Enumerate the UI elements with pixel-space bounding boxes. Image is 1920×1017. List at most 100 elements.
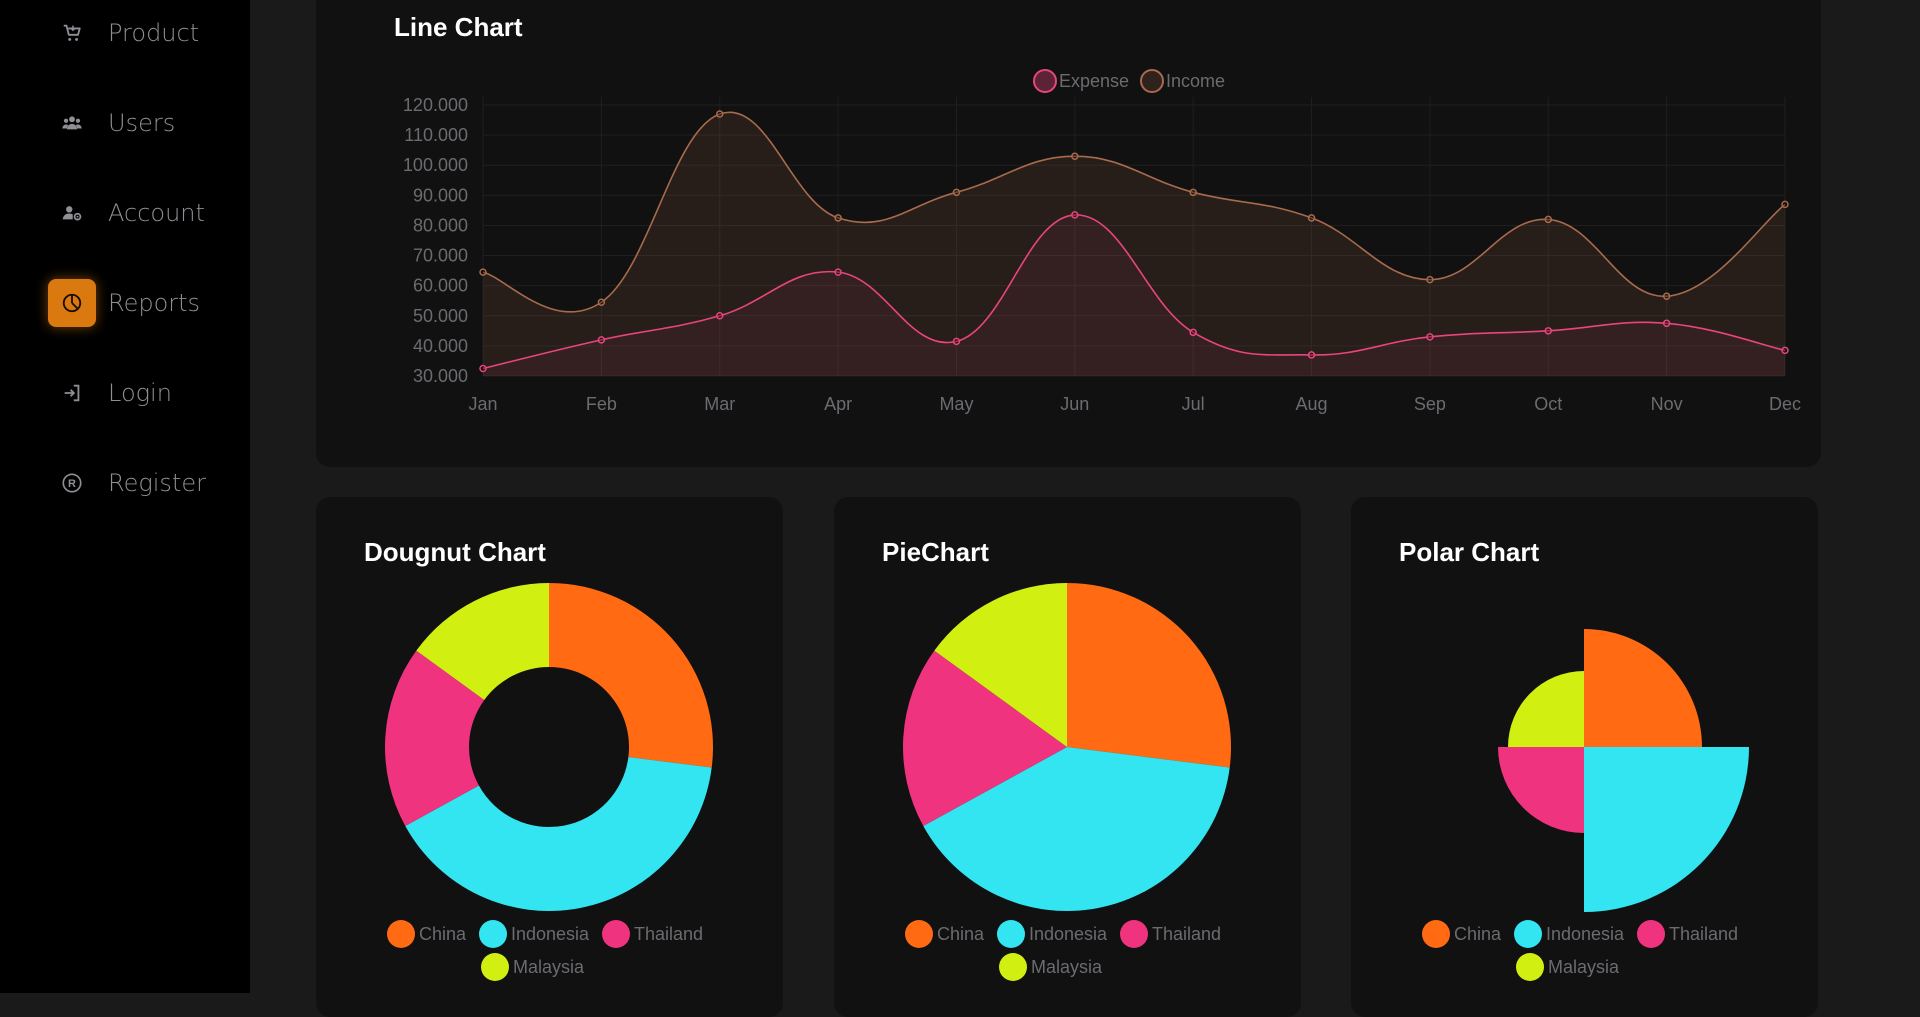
y-tick-label: 70.000 [413,246,468,266]
legend-swatch [602,920,630,948]
polar-slice-china [1584,629,1702,747]
x-tick-label: Jan [468,394,497,414]
data-point [1544,215,1553,224]
user-gear-icon [48,189,96,237]
sidebar-item-label: Users [108,109,176,137]
y-tick-label: 50.000 [413,306,468,326]
legend-swatch [479,920,507,948]
legend-swatch [1637,920,1665,948]
sidebar: Product Users Account Reports Login R Re… [0,0,250,993]
y-tick-label: 120.000 [403,95,468,115]
legend-swatch [999,953,1027,981]
sidebar-item-label: Product [108,19,200,47]
legend-swatch [1033,69,1057,93]
sidebar-item-label: Login [108,379,172,407]
x-tick-label: Jun [1060,394,1089,414]
data-point [479,364,487,373]
data-point [1307,214,1316,222]
x-tick-label: Apr [824,394,852,414]
data-point [1071,211,1079,219]
data-point [1426,333,1434,341]
legend-label: Malaysia [513,957,585,977]
data-point [1781,346,1789,355]
polar-chart-card: Polar Chart China Indonesia Thailand Malays… [1351,497,1818,1017]
sidebar-item-users[interactable]: Users [48,98,238,148]
data-point [1662,319,1671,328]
data-point [597,336,606,344]
data-point [715,312,724,320]
slice-china [549,583,713,768]
line-chart-card: Line Chart 30.000 40.000 50.000 60.000 70.00… [316,0,1821,467]
data-point [1189,188,1197,197]
users-icon [48,99,96,147]
legend-label: Indonesia [1029,924,1108,944]
y-tick-label: 100.000 [403,155,468,175]
sidebar-item-product[interactable]: Product [48,8,238,58]
sidebar-item-label: Account [108,199,205,227]
legend-swatch [1516,953,1544,981]
polar-chart: China Indonesia Thailand Malaysia [1422,629,1749,981]
data-point [1307,351,1316,359]
y-tick-label: 90.000 [413,185,468,205]
legend-swatch [1140,69,1164,93]
data-point [715,110,724,118]
legend-label: Malaysia [1548,957,1620,977]
legend-swatch [905,920,933,948]
y-tick-label: 80.000 [413,215,468,235]
y-tick-label: 110.000 [404,125,468,145]
legend-label: China [1454,924,1502,944]
sidebar-item-register[interactable]: R Register [48,458,238,508]
legend-swatch [1514,920,1542,948]
legend-label: Thailand [1669,924,1738,944]
data-point [1781,200,1789,209]
pie-chart-card: PieChart China Indonesia Thailand Malaysia [834,497,1301,1017]
login-icon [48,369,96,417]
x-tick-label: Feb [586,394,617,414]
legend-label: Indonesia [1546,924,1625,944]
cart-icon [48,9,96,57]
data-point [597,298,606,306]
data-point [952,337,961,346]
slice-china [1067,583,1231,768]
x-tick-label: Mar [704,394,735,414]
sidebar-item-login[interactable]: Login [48,368,238,418]
svg-text:R: R [68,478,76,490]
data-point [1544,327,1553,335]
data-point [1662,292,1671,300]
data-point [952,188,961,197]
polar-slice-malaysia [1508,671,1584,747]
x-tick-label: Nov [1651,394,1683,414]
legend-swatch [1120,920,1148,948]
y-tick-label: 60.000 [413,276,468,296]
legend-label: Indonesia [511,924,590,944]
legend-label: China [419,924,467,944]
x-tick-label: Oct [1534,394,1562,414]
data-point [479,268,487,276]
sidebar-item-label: Register [108,469,206,497]
x-tick-label: Dec [1769,394,1801,414]
legend-swatch [387,920,415,948]
legend-swatch [1422,920,1450,948]
data-point [834,214,842,222]
pie-chart: China Indonesia Thailand Malaysia [903,583,1231,981]
doughnut-chart-card: Dougnut Chart China Indonesia Thailand Mala… [316,497,783,1017]
line-chart: 30.000 40.000 50.000 60.000 70.000 80.000 90.0… [403,69,1801,414]
x-tick-label: May [939,394,973,414]
sidebar-item-account[interactable]: Account [48,188,238,238]
legend-label: Expense [1059,71,1129,91]
legend-label: Thailand [634,924,703,944]
x-tick-label: Aug [1296,394,1328,414]
legend-swatch [481,953,509,981]
polar-slice-thailand [1498,747,1584,833]
data-point [1426,275,1434,284]
sidebar-item-reports[interactable]: Reports [48,278,238,328]
legend-label: China [937,924,985,944]
data-point [1189,328,1197,337]
main-content: Line Chart 30.000 40.000 50.000 60.000 70.00… [250,0,1920,1017]
legend-label: Malaysia [1031,957,1103,977]
doughnut-chart: China Indonesia Thailand Malaysia [385,583,713,981]
legend-label: Income [1166,71,1225,91]
sidebar-item-label: Reports [108,289,201,317]
legend-swatch [997,920,1025,948]
x-tick-label: Sep [1414,394,1446,414]
